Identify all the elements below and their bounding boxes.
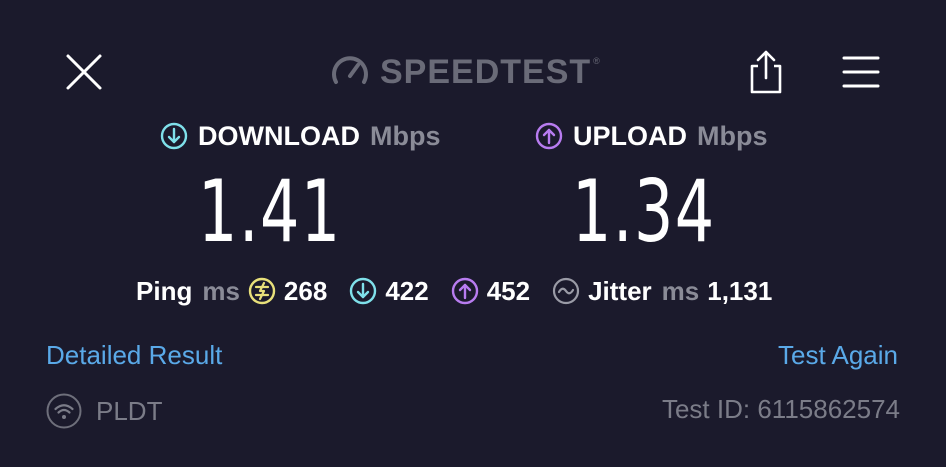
- download-header: DOWNLOAD Mbps: [160, 118, 440, 154]
- upload-unit: Mbps: [697, 120, 768, 151]
- download-label: DOWNLOAD: [198, 120, 360, 151]
- download-arrow-icon: [160, 122, 188, 150]
- download-latency-icon: [350, 277, 377, 305]
- speedometer-icon: [332, 56, 368, 84]
- close-button[interactable]: [62, 50, 106, 94]
- upload-latency-icon: [451, 277, 478, 305]
- jitter-value: 1,131: [707, 275, 773, 306]
- share-icon: [750, 50, 782, 94]
- idle-ping-value: 268: [283, 275, 328, 306]
- jitter-label: Jitter: [588, 275, 652, 306]
- upload-speed-value: 1.34: [572, 162, 716, 262]
- latency-stats-row: Ping ms 268 422 452 Jitter ms 1,131: [136, 272, 772, 310]
- test-id: Test ID: 6115862574: [661, 394, 900, 424]
- brand-name: SPEEDTEST: [380, 52, 592, 91]
- menu-button[interactable]: [838, 50, 884, 94]
- close-icon: [66, 54, 102, 90]
- upload-header: UPLOAD Mbps: [535, 118, 768, 154]
- ping-label: Ping: [136, 275, 193, 306]
- upload-label: UPLOAD: [573, 120, 687, 151]
- isp-info: PLDT: [46, 392, 162, 430]
- wifi-icon: [46, 393, 82, 429]
- test-again-link[interactable]: Test Again: [778, 340, 898, 371]
- share-button[interactable]: [744, 48, 788, 96]
- upload-arrow-icon: [535, 122, 563, 150]
- upload-ping-value: 452: [486, 275, 531, 306]
- isp-name: PLDT: [96, 395, 163, 426]
- download-ping-value: 422: [385, 275, 429, 306]
- menu-icon: [842, 56, 880, 88]
- download-speed-value: 1.41: [198, 162, 342, 262]
- download-unit: Mbps: [369, 120, 441, 151]
- ping-unit: ms: [202, 275, 240, 306]
- trademark-mark: ®: [593, 56, 600, 66]
- detailed-result-link[interactable]: Detailed Result: [46, 340, 222, 371]
- idle-latency-icon: [248, 277, 276, 305]
- jitter-icon: [552, 277, 580, 305]
- brand-logo: SPEEDTEST ®: [330, 52, 600, 92]
- jitter-unit: ms: [661, 275, 700, 306]
